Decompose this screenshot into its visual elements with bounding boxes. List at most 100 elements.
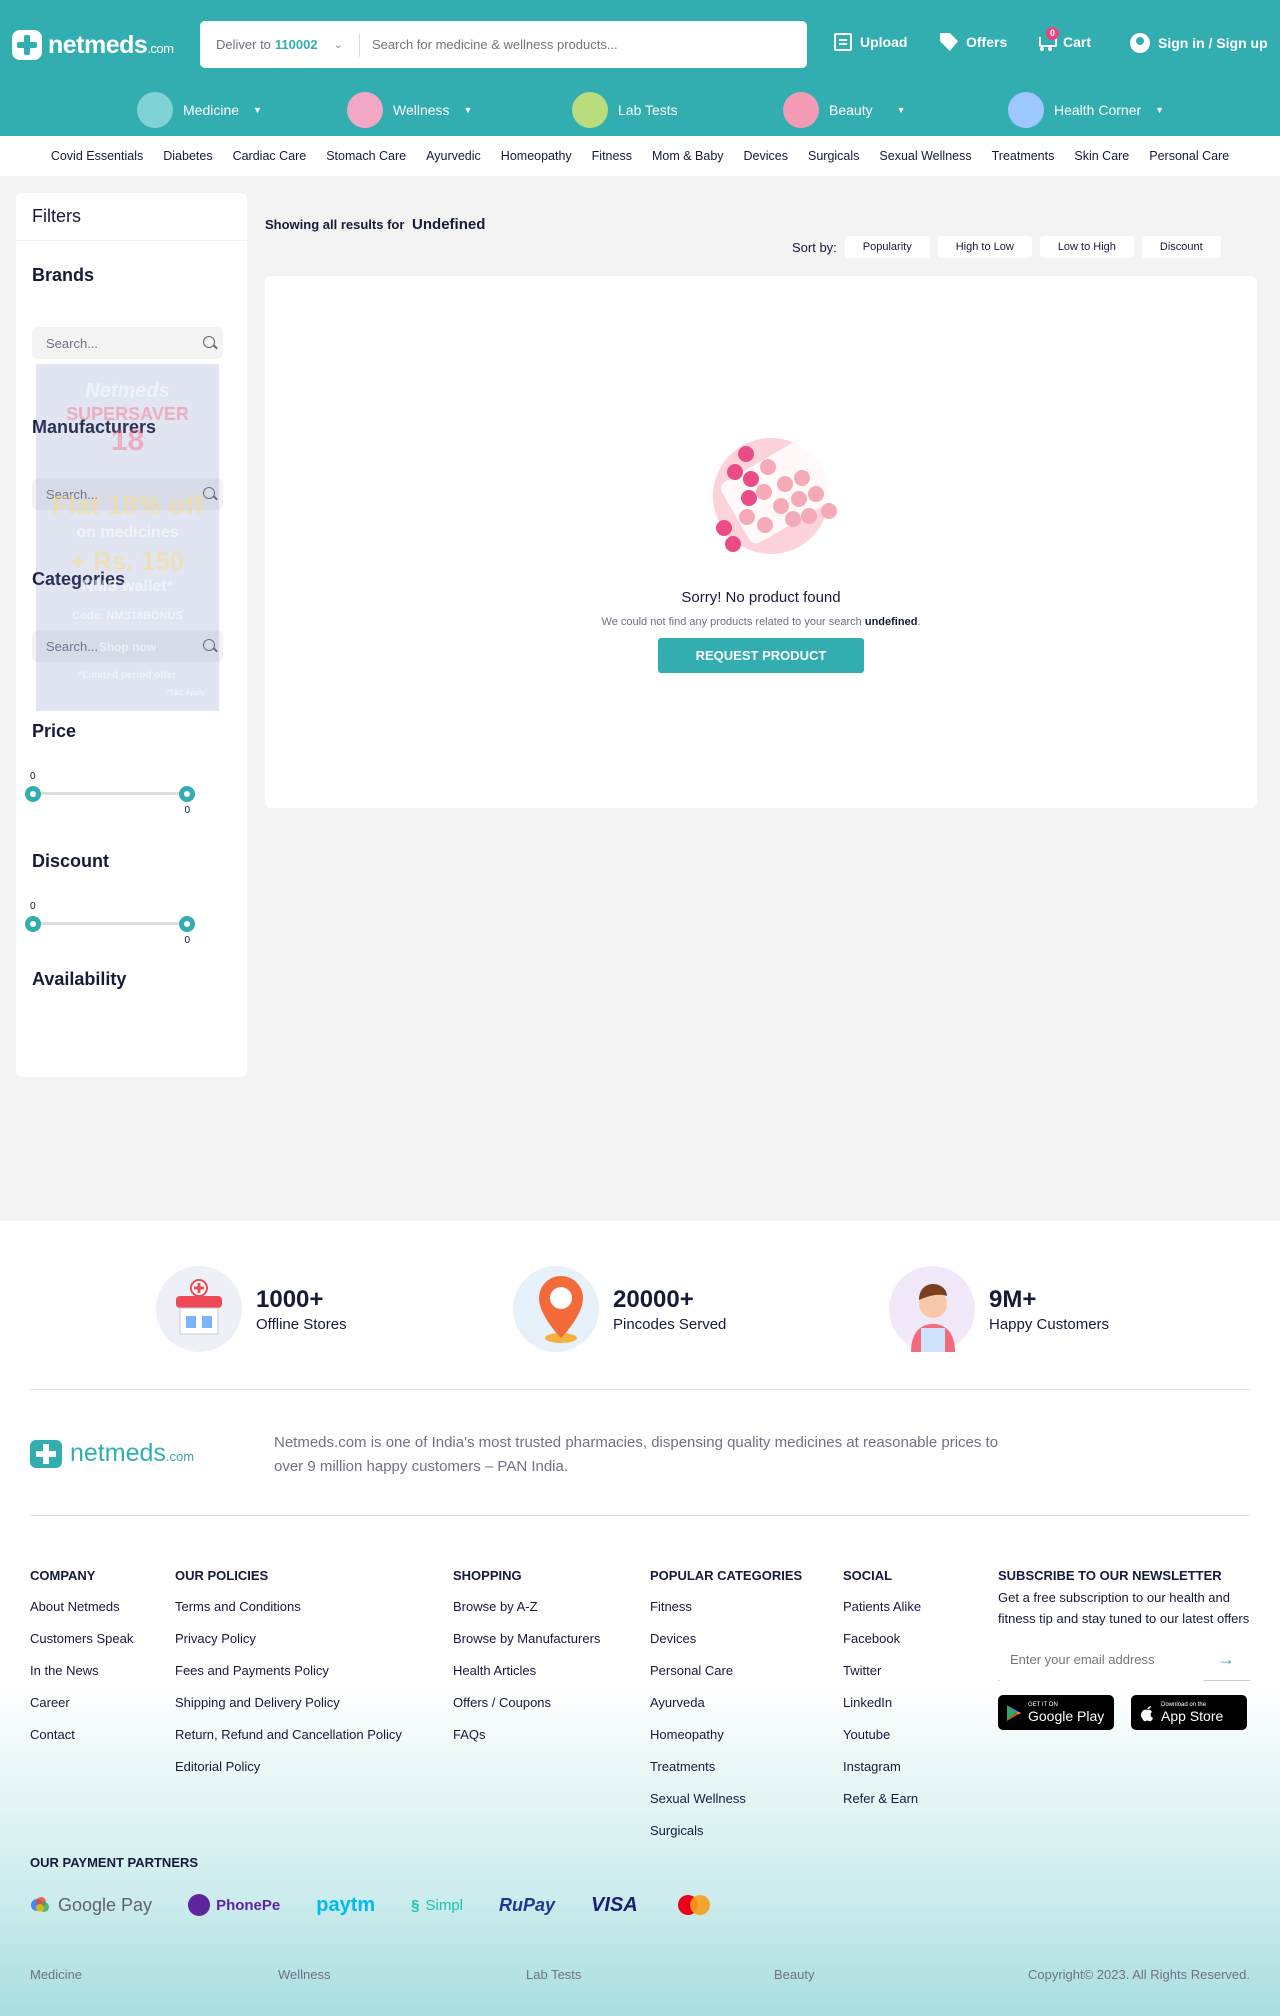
payment-label: paytm (316, 1893, 376, 1916)
footer-link[interactable]: Facebook (843, 1623, 921, 1655)
subnav-link[interactable]: Ayurvedic (416, 149, 491, 163)
footer-link[interactable]: Instagram (843, 1751, 921, 1783)
subnav-link[interactable]: Skin Care (1064, 149, 1139, 163)
bottom-link-beauty[interactable]: Beauty (774, 1967, 1022, 1982)
subnav-link[interactable]: Surgicals (798, 149, 869, 163)
price-max-handle[interactable] (179, 786, 195, 802)
subnav-link[interactable]: Diabetes (153, 149, 222, 163)
footer-link[interactable]: Shipping and Delivery Policy (175, 1687, 402, 1719)
subnav-link[interactable]: Sexual Wellness (869, 149, 981, 163)
category-wellness[interactable]: Wellness ▼ (347, 92, 472, 128)
sort-popularity[interactable]: Popularity (844, 236, 930, 258)
category-health-corner[interactable]: Health Corner ▼ (1008, 92, 1164, 128)
footer-link[interactable]: Refer & Earn (843, 1783, 921, 1815)
filters-title: Filters (16, 193, 247, 241)
stat-label: Pincodes Served (613, 1315, 727, 1333)
categories-search-input[interactable]: Search... (32, 630, 223, 662)
bottom-link-wellness[interactable]: Wellness (278, 1967, 526, 1982)
footer-link[interactable]: FAQs (453, 1719, 600, 1751)
subnav-link[interactable]: Treatments (982, 149, 1065, 163)
arrow-right-icon[interactable]: → (1205, 1649, 1247, 1670)
stat-pincodes: 20000+ Pincodes Served (513, 1266, 726, 1352)
footer-link[interactable]: Return, Refund and Cancellation Policy (175, 1719, 402, 1751)
cart-icon: 0 (1037, 27, 1059, 51)
footer-link[interactable]: Patients Alike (843, 1591, 921, 1623)
deliver-to-selector[interactable]: Deliver to 110002 ⌄ (200, 32, 360, 57)
brands-search-input[interactable]: Search... (32, 327, 223, 359)
signin-link[interactable]: Sign in / Sign up (1130, 33, 1268, 53)
footer-link[interactable]: About Netmeds (30, 1591, 133, 1623)
footer-link[interactable]: Twitter (843, 1655, 921, 1687)
manufacturers-search-input[interactable]: Search... (32, 478, 223, 510)
footer-link[interactable]: Browse by A-Z (453, 1591, 600, 1623)
discount-max-handle[interactable] (179, 916, 195, 932)
subnav-link[interactable]: Personal Care (1139, 149, 1239, 163)
footer-link[interactable]: Homeopathy (650, 1719, 802, 1751)
price-slider[interactable]: 0 0 (25, 771, 195, 816)
footer-link[interactable]: In the News (30, 1655, 133, 1687)
footer-link[interactable]: Browse by Manufacturers (453, 1623, 600, 1655)
subnav-link[interactable]: Covid Essentials (41, 149, 153, 163)
site-footer: 1000+ Offline Stores 20000+ Pincodes Serve… (0, 1221, 1280, 2016)
email-field[interactable] (998, 1638, 1205, 1681)
subnav-link[interactable]: Homeopathy (491, 149, 582, 163)
subnav-link[interactable]: Devices (734, 149, 798, 163)
footer-link[interactable]: Fees and Payments Policy (175, 1655, 402, 1687)
slider-track (33, 792, 187, 795)
footer-link[interactable]: Career (30, 1687, 133, 1719)
footer-link[interactable]: Customers Speak (30, 1623, 133, 1655)
app-store-badge[interactable]: Download on the App Store (1131, 1695, 1247, 1730)
stat-number: 9M+ (989, 1285, 1037, 1313)
request-product-button[interactable]: REQUEST PRODUCT (657, 638, 865, 673)
footer-link[interactable]: Health Articles (453, 1655, 600, 1687)
category-medicine[interactable]: Medicine ▼ (137, 92, 262, 128)
footer-link[interactable]: Privacy Policy (175, 1623, 402, 1655)
footer-link[interactable]: Sexual Wellness (650, 1783, 802, 1815)
category-label: Medicine (183, 102, 240, 118)
search-input[interactable] (360, 37, 780, 52)
discount-slider[interactable]: 0 0 (25, 901, 195, 946)
chevron-down-icon: ⌄ (333, 39, 343, 51)
google-pay-logo: Google Pay (30, 1895, 152, 1916)
footer-link[interactable]: Editorial Policy (175, 1751, 402, 1783)
sort-discount[interactable]: Discount (1141, 236, 1221, 258)
category-lab-tests[interactable]: Lab Tests (572, 92, 678, 128)
footer-column-title: Shopping (453, 1568, 522, 1583)
upload-link[interactable]: Upload (834, 33, 907, 51)
bottom-link-lab-tests[interactable]: Lab Tests (526, 1967, 774, 1982)
availability-heading: Availability (32, 969, 127, 989)
footer-link[interactable]: Treatments (650, 1751, 802, 1783)
apple-icon (1140, 1705, 1153, 1721)
price-min-handle[interactable] (25, 786, 41, 802)
manufacturers-heading: Manufacturers (32, 417, 157, 437)
subnav-link[interactable]: Mom & Baby (642, 149, 734, 163)
offers-link[interactable]: Offers (940, 33, 1007, 51)
netmeds-plus-icon (12, 30, 42, 60)
footer-link[interactable]: Personal Care (650, 1655, 802, 1687)
google-play-badge[interactable]: GET IT ON Google Play (998, 1695, 1114, 1730)
footer-link[interactable]: LinkedIn (843, 1687, 921, 1719)
subnav-link[interactable]: Stomach Care (316, 149, 416, 163)
netmeds-logo[interactable]: netmeds.com (12, 30, 174, 60)
footer-link[interactable]: Contact (30, 1719, 133, 1751)
sort-high-to-low[interactable]: High to Low (937, 236, 1032, 258)
results-container: Sorry! No product found We could not fin… (265, 276, 1257, 808)
bottom-link-medicine[interactable]: Medicine (30, 1967, 278, 1982)
footer-link[interactable]: Terms and Conditions (175, 1591, 402, 1623)
empty-desc-text: We could not find any products related t… (601, 616, 862, 628)
footer-link[interactable]: Offers / Coupons (453, 1687, 600, 1719)
discount-min-handle[interactable] (25, 916, 41, 932)
store-icon (156, 1266, 242, 1352)
footer-link[interactable]: Youtube (843, 1719, 921, 1751)
footer-link[interactable]: Surgicals (650, 1815, 802, 1847)
subnav-link[interactable]: Fitness (582, 149, 642, 163)
footer-link[interactable]: Ayurveda (650, 1687, 802, 1719)
category-beauty[interactable]: Beauty ▼ (783, 92, 906, 128)
sort-low-to-high[interactable]: Low to High (1039, 236, 1134, 258)
cart-link[interactable]: 0 Cart (1037, 27, 1091, 51)
deliver-label: Deliver to (216, 37, 271, 52)
footer-link[interactable]: Fitness (650, 1591, 802, 1623)
paytm-logo: paytm (316, 1894, 375, 1917)
footer-link[interactable]: Devices (650, 1623, 802, 1655)
subnav-link[interactable]: Cardiac Care (223, 149, 317, 163)
